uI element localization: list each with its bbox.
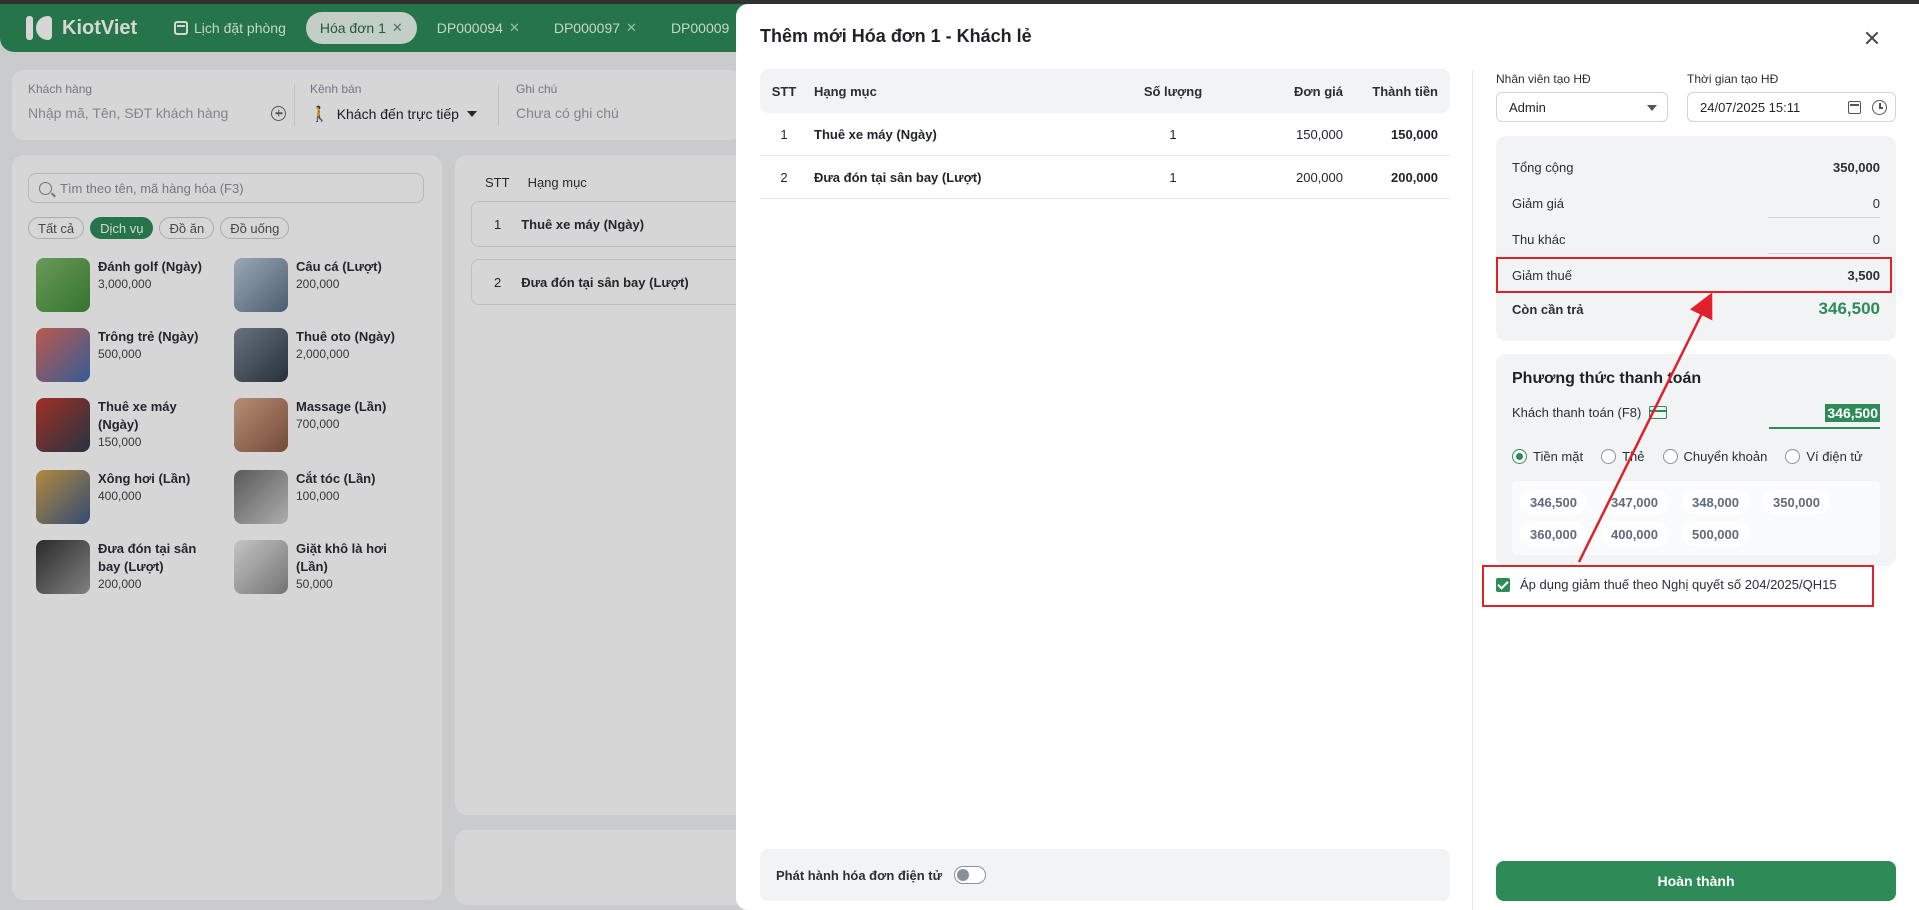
complete-button[interactable]: Hoàn thành [1496, 861, 1896, 901]
arrow-line [1577, 292, 1713, 563]
annotation-arrow [1577, 292, 1713, 563]
invoice-modal: Thêm mới Hóa đơn 1 - Khách lẻ STT Hạng m… [736, 4, 1919, 910]
